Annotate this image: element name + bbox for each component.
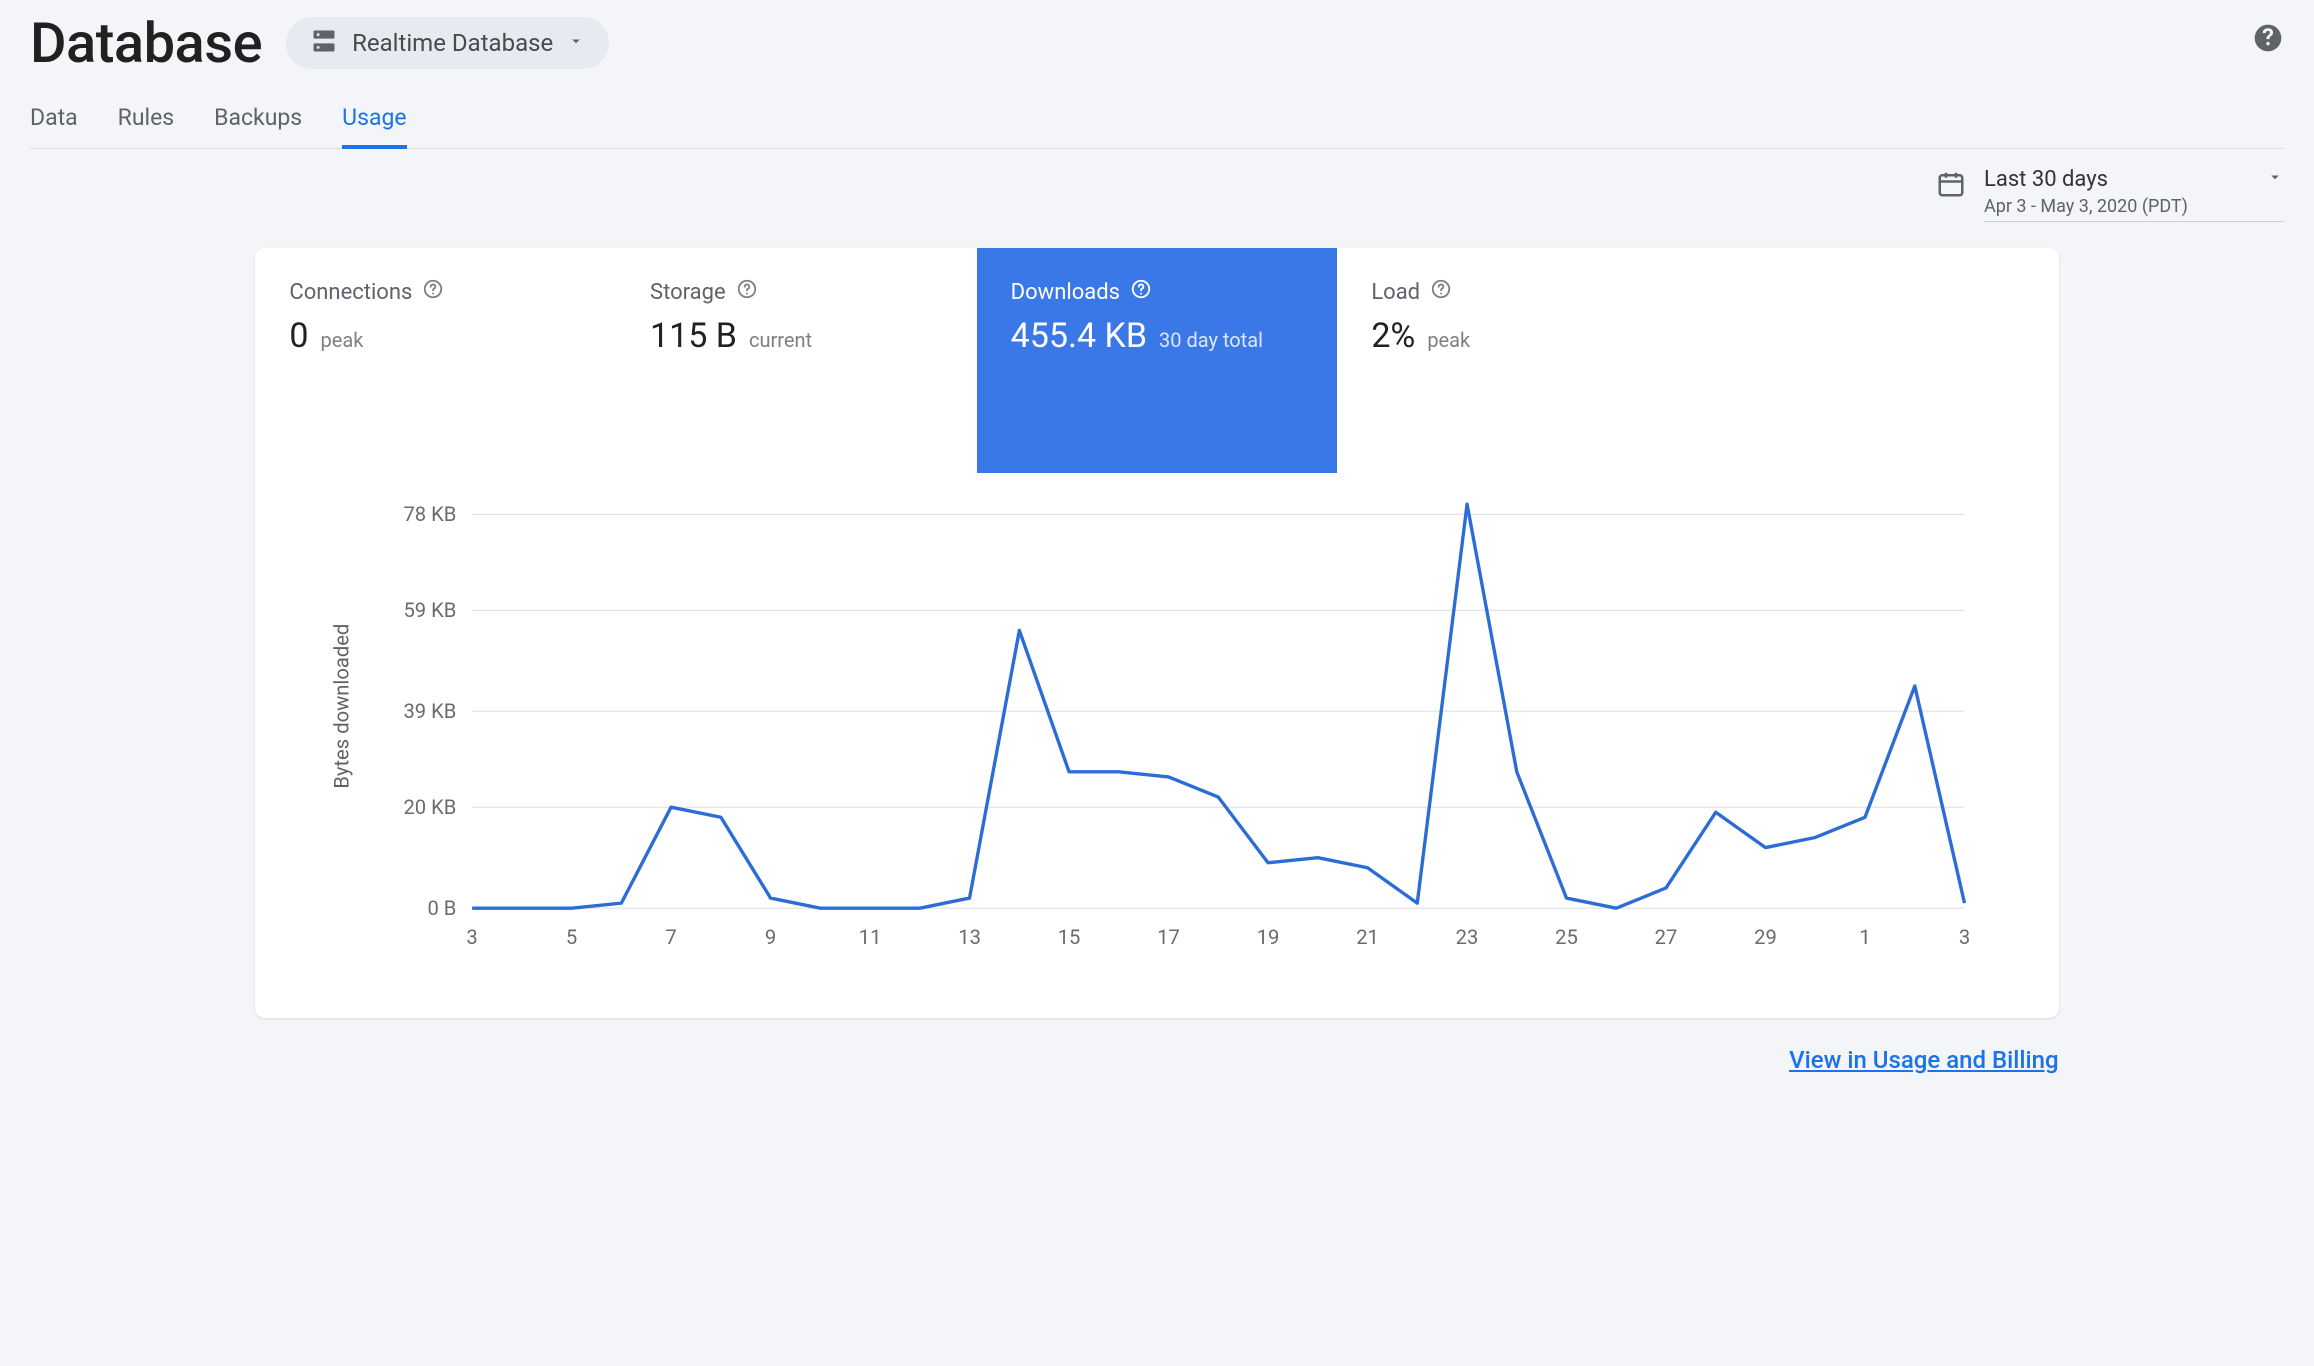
metric-empty [1698,248,2059,473]
svg-text:21: 21 [1357,925,1380,949]
tab-backups[interactable]: Backups [214,94,302,149]
downloads-chart: Bytes downloaded 0 B 20 KB 39 KB 59 KB 78 KB 3… [315,493,1998,964]
metric-label: Downloads [1011,280,1120,305]
help-icon[interactable] [1130,278,1152,306]
metric-value: 115 B [650,316,737,356]
metric-label: Connections [289,280,412,305]
svg-text:19: 19 [1257,925,1280,949]
metric-connections[interactable]: Connections 0 peak [255,248,616,473]
svg-text:59 KB: 59 KB [404,598,457,622]
svg-text:39 KB: 39 KB [404,699,457,723]
metric-downloads[interactable]: Downloads 455.4 KB 30 day total [977,248,1338,473]
metric-sublabel: 30 day total [1159,328,1263,352]
metric-sublabel: peak [321,328,364,352]
svg-text:23: 23 [1456,925,1479,949]
chevron-down-icon [2266,167,2284,192]
calendar-icon [1936,169,1966,203]
date-range-sub: Apr 3 - May 3, 2020 (PDT) [1984,196,2284,217]
metric-sublabel: current [749,328,812,352]
svg-text:78 KB: 78 KB [404,502,457,526]
help-button[interactable] [2252,22,2284,54]
usage-card: Connections 0 peak Storage 115 B current Downl… [255,248,2058,1018]
tab-data[interactable]: Data [30,94,78,149]
svg-text:Bytes downloaded: Bytes downloaded [330,624,354,789]
database-icon [310,27,338,59]
svg-text:1: 1 [1860,925,1871,949]
metric-load[interactable]: Load 2% peak [1337,248,1698,473]
metric-label: Load [1371,280,1420,305]
svg-text:11: 11 [859,925,882,949]
svg-text:7: 7 [666,925,677,949]
svg-text:13: 13 [959,925,982,949]
tab-bar: Data Rules Backups Usage [30,94,2284,149]
svg-text:25: 25 [1556,925,1579,949]
help-icon[interactable] [736,278,758,306]
metric-value: 2% [1371,316,1415,356]
date-range-picker[interactable]: Last 30 days Apr 3 - May 3, 2020 (PDT) [1936,167,2284,222]
svg-text:3: 3 [1959,925,1970,949]
metric-label: Storage [650,280,726,305]
date-range-main: Last 30 days [1984,167,2108,192]
svg-text:29: 29 [1755,925,1778,949]
metric-sublabel: peak [1427,328,1470,352]
page-title: Database [30,10,262,76]
svg-text:27: 27 [1655,925,1678,949]
svg-text:5: 5 [566,925,577,949]
metric-value: 455.4 KB [1011,316,1147,356]
svg-text:9: 9 [765,925,776,949]
database-selector[interactable]: Realtime Database [286,17,609,69]
tab-rules[interactable]: Rules [118,94,175,149]
svg-text:20 KB: 20 KB [404,795,457,819]
help-icon[interactable] [422,278,444,306]
help-icon[interactable] [1430,278,1452,306]
svg-text:0 B: 0 B [428,896,457,920]
metric-storage[interactable]: Storage 115 B current [616,248,977,473]
svg-text:15: 15 [1058,925,1081,949]
svg-text:3: 3 [467,925,478,949]
database-selector-label: Realtime Database [352,29,553,57]
metric-value: 0 [289,316,308,356]
view-usage-billing-link[interactable]: View in Usage and Billing [1789,1046,2058,1074]
tab-usage[interactable]: Usage [342,94,406,149]
chevron-down-icon [567,32,585,54]
svg-text:17: 17 [1158,925,1181,949]
